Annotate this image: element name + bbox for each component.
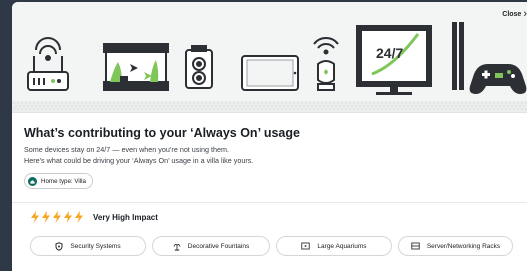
game-controller-icon [469,64,527,94]
shield-icon [55,241,63,251]
lightning-bolt-icon [31,211,39,223]
home-icon [28,176,37,186]
device-pill-list: Security Systems Decorative Fountains La… [30,236,513,256]
pill-server-networking-racks[interactable]: Server/Networking Racks [398,236,513,256]
lightning-bolt-icon [64,211,72,223]
tv-illustration-icon: 24/7 [356,25,432,95]
lightning-bolt-icon [42,211,50,223]
dotted-floor [12,101,527,112]
usage-panel: 24/7 Close › What’s contributing to your… [12,2,527,271]
devices-illustration-banner: 24/7 Close › [12,2,527,113]
tv-screen-text: 24/7 [376,45,403,61]
aquarium-illustration-icon [103,43,169,91]
lightning-bolt-icon [53,211,61,223]
fountain-icon [173,243,181,251]
pill-label: Server/Networking Racks [426,242,501,250]
section-divider [12,202,527,203]
tower-pc-icon [452,22,464,90]
impact-rating: Very High Impact [30,211,158,223]
pill-label: Security Systems [70,242,121,250]
pill-label: Large Aquariums [317,242,367,250]
impact-label: Very High Impact [93,212,158,222]
server-icon [411,242,420,250]
camera-illustration-icon [185,45,213,89]
chevron-right-icon: › [523,8,527,20]
close-label: Close [502,11,522,18]
home-type-label: Home type: Villa [41,177,86,185]
page-title: What’s contributing to your ‘Always On’ … [24,126,300,140]
router-icon [27,37,69,91]
tablet-illustration-icon [241,55,299,91]
aquarium-icon [301,242,311,250]
home-type-chip[interactable]: Home type: Villa [24,173,93,189]
smart-speaker-icon [313,37,339,91]
pill-security-systems[interactable]: Security Systems [30,236,146,256]
pill-label: Decorative Fountains [187,242,250,250]
devices-illustration: 24/7 [12,22,527,112]
close-button[interactable]: Close › [502,8,527,20]
subtitle-line-2: Here’s what could be driving your ‘Alway… [24,156,254,165]
lightning-bolt-icon [75,211,83,223]
subtitle-line-1: Some devices stay on 24/7 — even when yo… [24,145,229,154]
pill-large-aquariums[interactable]: Large Aquariums [276,236,392,256]
pill-decorative-fountains[interactable]: Decorative Fountains [152,236,270,256]
